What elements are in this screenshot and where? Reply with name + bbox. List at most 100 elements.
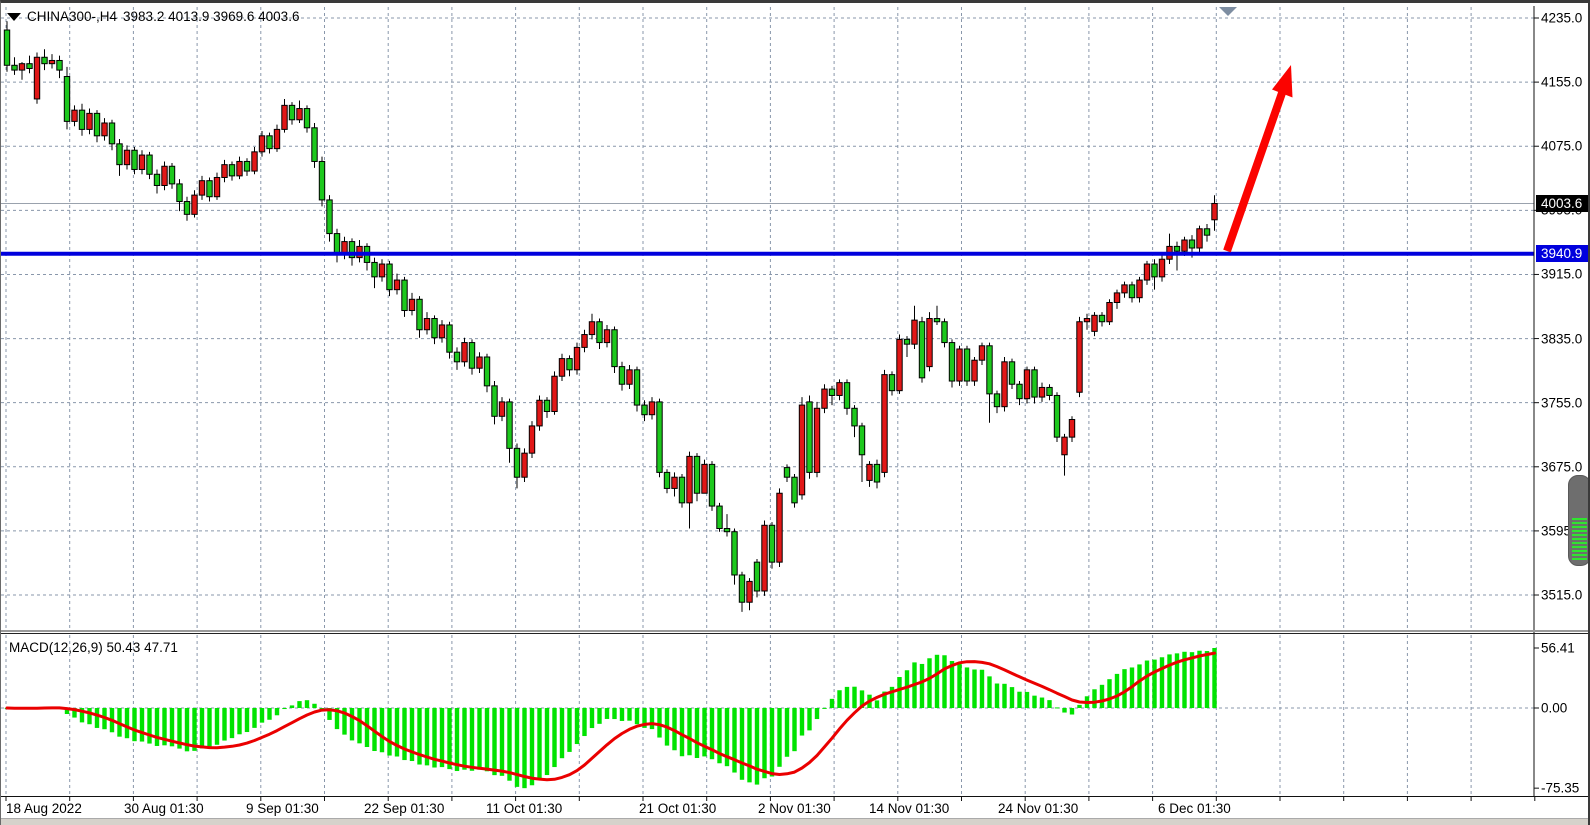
candle-body [1137,280,1142,298]
chart-window: CHINA300-,H4 3983.2 4013.9 3969.6 4003.6… [0,0,1590,825]
candle-body [4,30,9,65]
candle-body [162,166,167,185]
candle-body [334,234,339,255]
candle-body [799,405,804,495]
candle-body [1152,264,1157,277]
macd-axis-label: -75.35 [1541,781,1579,796]
candle-body [672,477,677,488]
candle-body [559,359,564,377]
time-axis-label: 22 Sep 01:30 [364,801,444,816]
candle-body [1077,322,1082,393]
candle-body [927,319,932,367]
candle-body [199,181,204,195]
candle-body [874,464,879,482]
ohlc-values-label: 3983.2 4013.9 3969.6 4003.6 [123,9,299,24]
current-price-badge: 4003.6 [1536,195,1590,212]
candle-body [589,322,594,335]
candle-body [57,60,62,70]
scroll-position-marker-icon[interactable] [1219,7,1237,16]
price-axis-label: 3675.0 [1541,459,1582,474]
candle-body [1107,303,1112,322]
candle-body [1002,362,1007,407]
candle-body [1047,387,1052,395]
time-axis-label: 21 Oct 01:30 [639,801,716,816]
candle-body [1182,240,1187,251]
price-axis-label: 3835.0 [1541,331,1582,346]
panel-separator-line [1,633,1590,634]
candle-body [372,262,377,276]
candle-body [229,165,234,176]
symbol-period-label: CHINA300-,H4 [27,9,117,24]
candle-body [447,325,452,352]
candle-body [64,77,69,122]
candle-body [1212,203,1217,219]
candle-body [252,152,257,171]
candle-body [387,264,392,290]
candle-body [837,383,842,396]
candle-body [964,349,969,381]
candle-body [177,184,182,202]
candle-body [649,402,654,415]
candle-body [222,165,227,178]
candle-body [154,174,159,185]
candle-body [664,472,669,488]
candle-body [739,575,744,602]
candle-body [642,405,647,415]
candle-body [19,64,24,70]
chart-header: CHINA300-,H4 3983.2 4013.9 3969.6 4003.6 [7,9,299,24]
trend-arrow[interactable] [1227,65,1293,251]
candle-body [79,110,84,129]
candle-body [34,57,39,99]
time-axis-label: 9 Sep 01:30 [246,801,319,816]
candle-body [1009,362,1014,384]
candle-body [972,360,977,381]
candle-body [289,105,294,119]
candle-body [702,464,707,493]
candle-body [94,113,99,135]
time-axis-line [1,796,1590,797]
candle-body [237,161,242,175]
candle-body [987,346,992,394]
candle-body [514,448,519,477]
candle-body [1017,384,1022,398]
candle-body [762,525,767,591]
candle-body [282,105,287,129]
candle-body [859,426,864,455]
candle-body [619,367,624,385]
candle-body [492,386,497,416]
candle-body [717,506,722,528]
candle-body [117,144,122,165]
candle-body [417,299,422,329]
candle-body [432,319,437,338]
price-axis-label: 3915.0 [1541,267,1582,282]
time-axis-label: 11 Oct 01:30 [486,801,562,816]
candle-body [777,493,782,562]
vertical-scrollbar-thumb[interactable] [1568,475,1590,566]
candle-body [814,408,819,472]
candle-body [424,319,429,330]
candle-body [807,402,812,473]
candle-body [1144,264,1149,280]
candle-body [102,123,107,136]
macd-axis-label: 56.41 [1541,640,1575,655]
macd-panel[interactable] [1,635,1534,795]
candle-body [1114,293,1119,303]
candle-body [379,264,384,277]
candle-body [394,280,399,290]
candle-body [484,357,489,386]
candle-body [544,400,549,411]
candle-body [1092,315,1097,331]
main-panel[interactable] [1,7,1534,630]
panel-separator[interactable] [1,630,1590,632]
macd-axis-label: 0.00 [1541,701,1567,716]
chart-canvas[interactable] [1,3,1590,825]
candle-body [754,562,759,591]
candle-body [184,202,189,215]
candle-body [109,123,114,144]
candle-body [904,339,909,344]
candle-body [784,468,789,478]
candle-body [124,150,129,164]
candle-body [634,370,639,405]
symbol-dropdown-icon[interactable] [7,13,21,21]
candle-body [844,383,849,409]
